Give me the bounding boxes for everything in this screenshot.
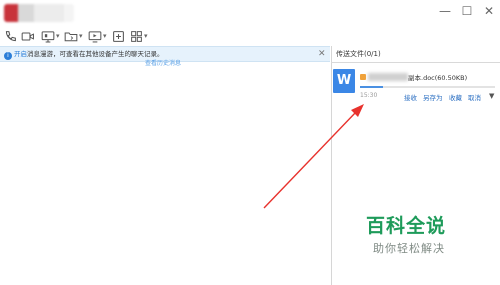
watermark-title: 百科全说: [366, 215, 447, 237]
watermark-subtitle: 助你轻松解决: [373, 242, 445, 255]
